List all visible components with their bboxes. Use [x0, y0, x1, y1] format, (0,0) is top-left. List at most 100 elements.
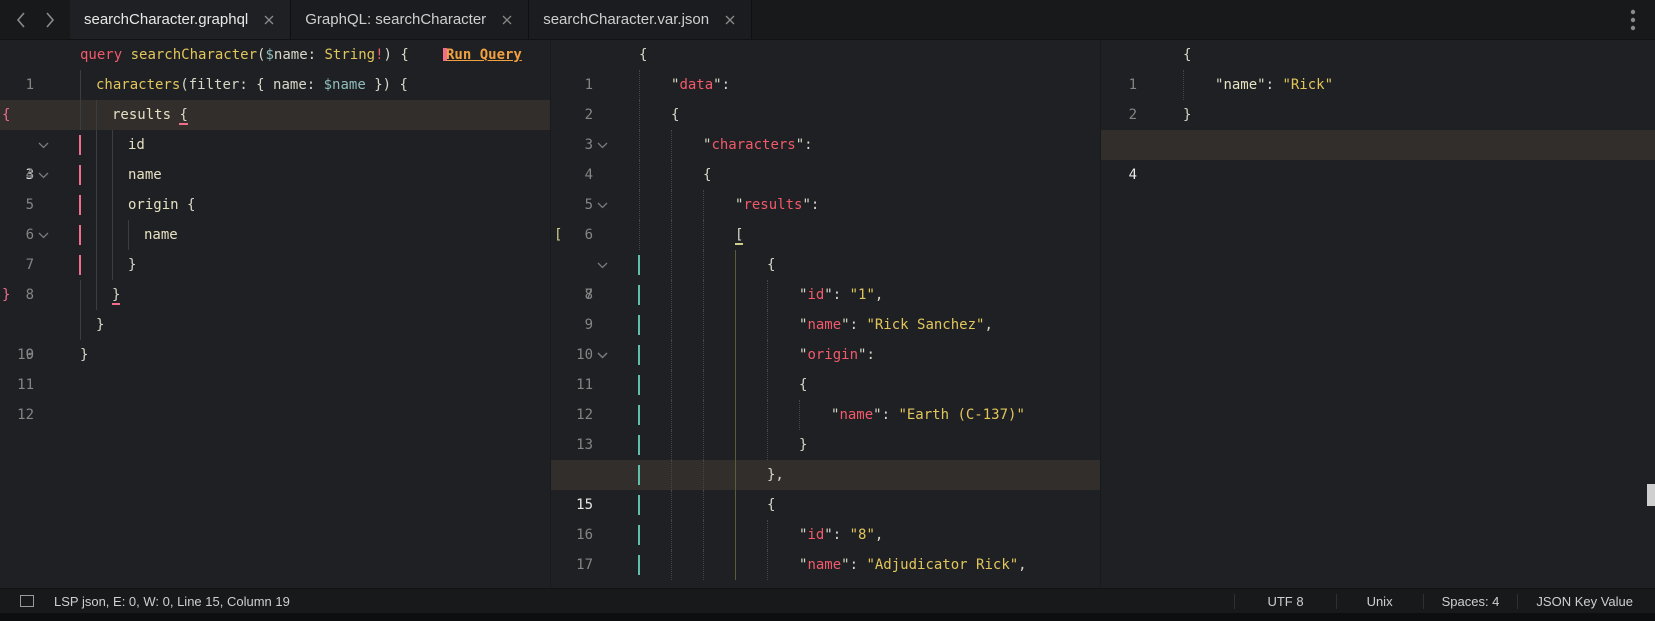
code-text: "id": "1",	[799, 287, 884, 303]
tab-searchcharacter-var-json[interactable]: searchCharacter.var.json	[529, 0, 753, 39]
indent-guide-active	[735, 370, 736, 400]
code-line: 6 "results":	[551, 190, 1100, 243]
indent-guide	[639, 190, 640, 220]
indent-guide	[671, 520, 672, 550]
tab-searchcharacter-graphql[interactable]: searchCharacter.graphql	[70, 0, 292, 39]
code-line: 3 }	[1101, 100, 1655, 153]
indent-guide	[112, 130, 113, 160]
code-line: [ 7 [	[551, 220, 1100, 358]
code-text: {	[799, 377, 808, 393]
indent-guide	[767, 280, 768, 310]
code-text: {	[767, 497, 776, 513]
code-line: 2 "data":	[551, 70, 1100, 123]
code-line: 1 {	[551, 40, 1100, 148]
line-endings-selector[interactable]: Unix	[1335, 593, 1423, 609]
indent-guide	[703, 310, 704, 340]
indentation-selector[interactable]: Spaces: 4	[1422, 593, 1518, 609]
code-line: 4 id	[0, 130, 550, 183]
indent-guide	[703, 250, 704, 280]
indent-guide	[703, 430, 704, 460]
run-query-button[interactable]: Run Query	[446, 40, 522, 70]
code-line: 5 {	[551, 160, 1100, 268]
vertical-dots-icon[interactable]	[1611, 0, 1655, 39]
indent-guide	[671, 490, 672, 520]
code-line: 11 "origin":	[551, 340, 1100, 393]
change-marker	[79, 135, 81, 155]
indent-guide	[703, 190, 704, 220]
tab-graphql-searchcharacter[interactable]: GraphQL: searchCharacter	[291, 0, 530, 39]
lsp-status: LSP json, E: 0, W: 0, Line 15, Column 19	[54, 593, 290, 609]
code-line: 11 }	[0, 340, 550, 393]
indent-guide	[767, 550, 768, 580]
indent-guide	[703, 550, 704, 580]
tab-label: GraphQL: searchCharacter	[305, 11, 487, 28]
indent-guide	[671, 460, 672, 490]
code-line: 5 name	[0, 160, 550, 213]
code-line: 1 {	[1101, 40, 1655, 93]
code-text: }	[1183, 107, 1192, 123]
code-text: },	[767, 467, 784, 483]
code-text: "id": "8",	[799, 527, 884, 543]
indent-guide	[112, 190, 113, 220]
indent-guide	[703, 280, 704, 310]
indent-guide-active	[735, 430, 736, 460]
code-text: "name": "Rick Sanchez",	[799, 317, 993, 333]
change-marker	[79, 225, 81, 245]
indent-guide	[671, 160, 672, 190]
scrollbar-thumb[interactable]	[1647, 484, 1655, 506]
code-text: "data":	[671, 77, 731, 93]
bracket-marker: [	[554, 227, 563, 243]
change-marker	[79, 195, 81, 215]
indent-guide	[96, 220, 97, 250]
chevron-down-icon[interactable]	[595, 580, 609, 588]
editor-pane-result[interactable]: 1 { 2 "data": 3 { 4 "characters": 5 { 6 …	[550, 40, 1100, 588]
indent-guide-active	[735, 250, 736, 280]
close-icon[interactable]	[262, 13, 276, 27]
code-line: 2 characters(filter: { name: $name }) {	[0, 70, 550, 178]
indent-guide	[1183, 70, 1184, 100]
tab-spacer	[752, 0, 1611, 39]
indent-guide-active	[735, 310, 736, 340]
indent-guide	[80, 70, 81, 100]
indent-guide	[767, 310, 768, 340]
editor-pane-graphql[interactable]: 1 query searchCharacter($name: String!) …	[0, 40, 550, 588]
change-marker	[638, 555, 640, 575]
indent-guide-active	[735, 520, 736, 550]
indent-guide	[96, 250, 97, 280]
change-marker	[638, 495, 640, 515]
code-text: origin {	[128, 197, 196, 213]
code-text: "results":	[735, 197, 820, 213]
code-line: 2 "name": "Rick"	[1101, 70, 1655, 123]
change-marker	[638, 465, 640, 485]
code-line: 12 {	[551, 370, 1100, 423]
panel-toggle-icon[interactable]	[20, 595, 34, 607]
indent-guide	[80, 310, 81, 340]
code-line: 14 }	[551, 430, 1100, 483]
close-icon[interactable]	[500, 13, 514, 27]
indent-guide	[671, 310, 672, 340]
change-marker	[79, 165, 81, 185]
indent-guide	[703, 340, 704, 370]
indent-guide	[767, 370, 768, 400]
syntax-selector[interactable]: JSON Key Value	[1517, 593, 1655, 609]
code-text: "origin":	[799, 347, 875, 363]
encoding-selector[interactable]: UTF 8	[1234, 593, 1335, 609]
code-line: 10 "name": "Rick Sanchez",	[551, 310, 1100, 363]
code-text: characters(filter: { name: $name }) {	[96, 77, 408, 93]
code-text: }	[80, 347, 89, 363]
indent-guide	[671, 250, 672, 280]
code-line: 9 "id": "1",	[551, 280, 1100, 333]
change-marker	[638, 435, 640, 455]
chevron-right-icon[interactable]	[39, 9, 61, 31]
code-text: id	[128, 137, 145, 153]
code-text: }	[112, 287, 121, 305]
code-line: 17 "id": "8",	[551, 520, 1100, 573]
code-text: {	[703, 167, 712, 183]
chevron-left-icon[interactable]	[10, 9, 32, 31]
code-line-current-bracket: { 3 results {	[0, 100, 550, 238]
indent-guide	[639, 130, 640, 160]
close-icon[interactable]	[723, 13, 737, 27]
indent-guide-active	[735, 280, 736, 310]
editor-pane-variables[interactable]: 1 { 2 "name": "Rick" 3 } 4	[1100, 40, 1655, 588]
code-line: 10 }	[0, 310, 550, 363]
